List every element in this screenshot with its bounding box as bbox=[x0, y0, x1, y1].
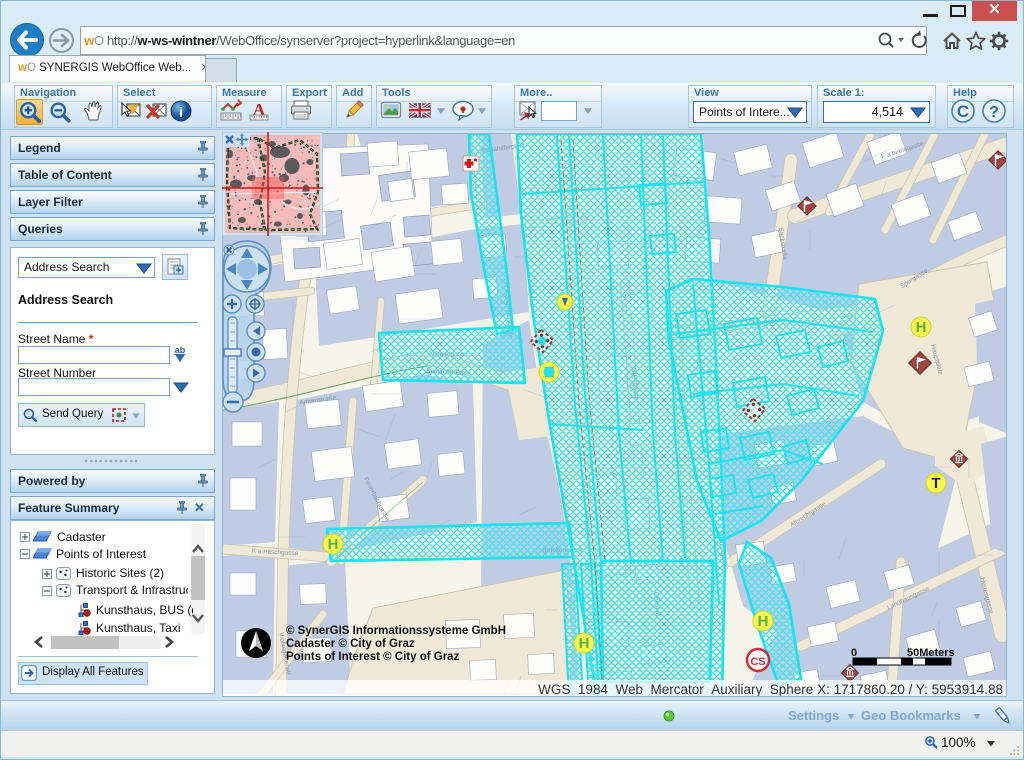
svg-text:C: C bbox=[957, 102, 969, 121]
svg-text:H: H bbox=[758, 613, 769, 630]
svg-text:WGS_1984_Web_Mercator_Auxiliar: WGS_1984_Web_Mercator_Auxiliary_Sphere X… bbox=[538, 682, 1003, 697]
svg-text:CS: CS bbox=[750, 656, 765, 668]
svg-text:© SynerGIS Informationssysteme: © SynerGIS Informationssysteme GmbH bbox=[286, 625, 506, 637]
svg-text:0: 0 bbox=[851, 647, 857, 659]
svg-text:i: i bbox=[179, 104, 183, 120]
svg-text:T: T bbox=[931, 475, 940, 492]
svg-text:?: ? bbox=[989, 104, 999, 121]
svg-text:H: H bbox=[579, 635, 590, 652]
svg-text:H: H bbox=[328, 536, 339, 553]
svg-text:50Meters: 50Meters bbox=[907, 647, 955, 659]
svg-text:H: H bbox=[916, 319, 927, 336]
svg-text:ab: ab bbox=[175, 345, 186, 355]
svg-text:Cadaster © City of Graz: Cadaster © City of Graz bbox=[286, 638, 415, 650]
svg-text:Points of Interest © City of G: Points of Interest © City of Graz bbox=[286, 651, 460, 663]
